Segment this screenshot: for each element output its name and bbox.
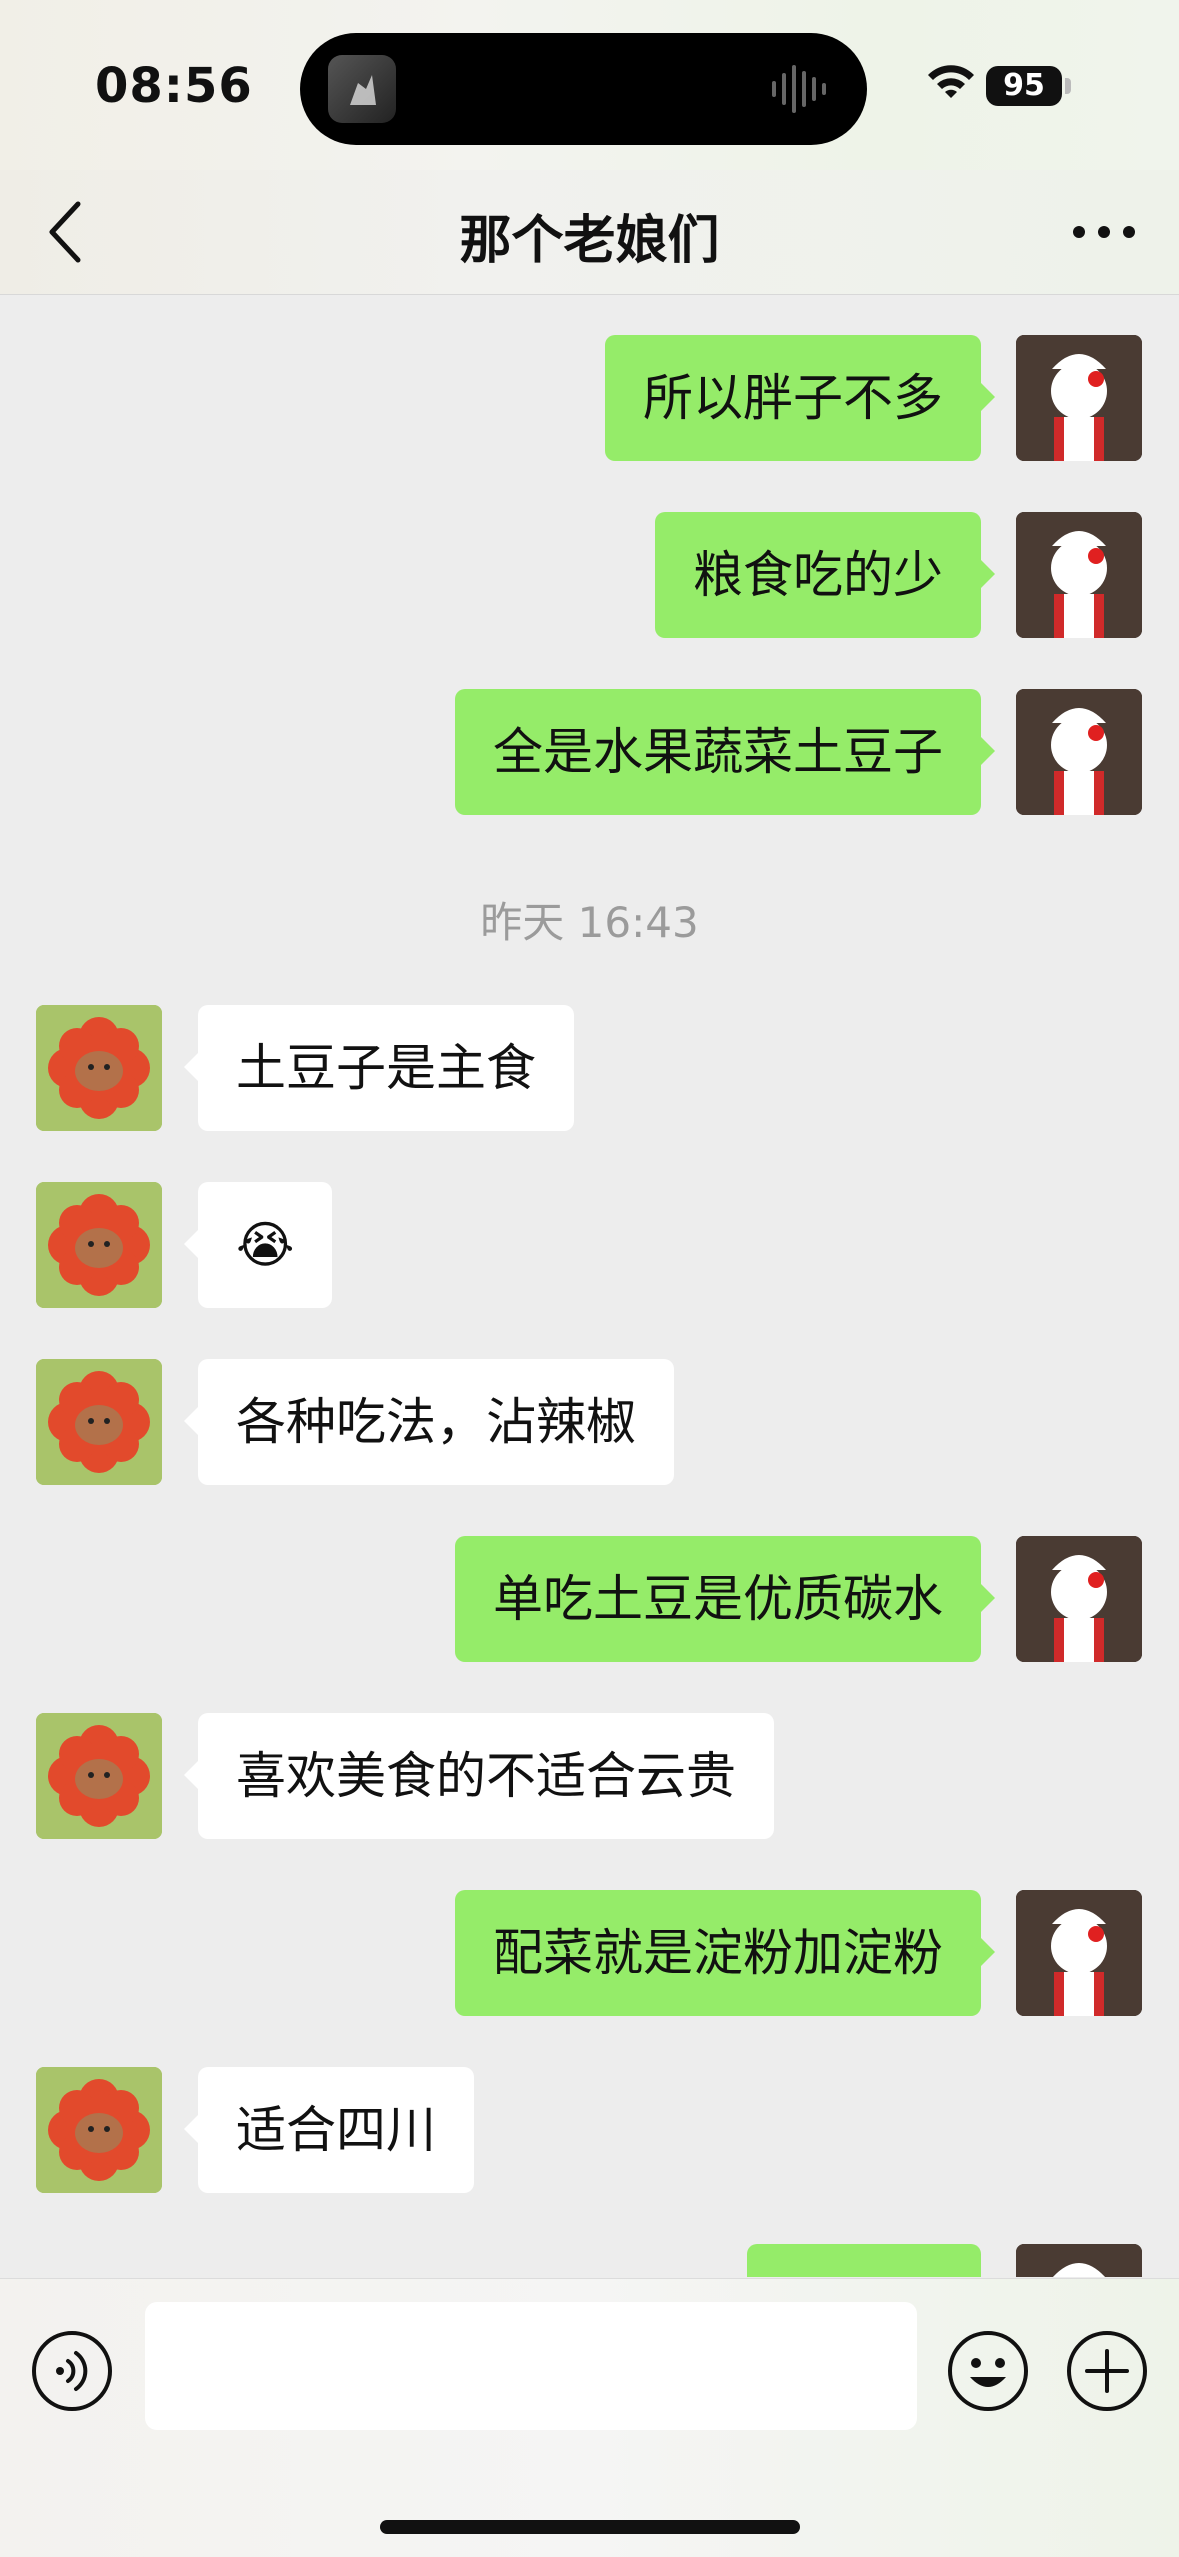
- message-bubble[interactable]: 配菜就是淀粉加淀粉: [455, 1890, 995, 2016]
- status-time: 08:56: [95, 58, 253, 114]
- my-avatar[interactable]: [1016, 689, 1142, 815]
- emoji-icon[interactable]: [946, 2329, 1030, 2413]
- emoji-message-bubble[interactable]: 😭: [183, 1182, 333, 1308]
- message-list[interactable]: 所以胖子不多 粮食吃的少 全是水果蔬菜土豆子 昨天 16:43 土豆子是主食 😭: [0, 295, 1179, 2277]
- message-row-incoming: 喜欢美食的不适合云贵: [0, 1713, 1179, 1839]
- message-row-incoming: 土豆子是主食: [0, 1005, 1179, 1131]
- message-row-outgoing: [0, 2244, 1179, 2277]
- voice-icon[interactable]: [30, 2329, 114, 2413]
- message-bubble[interactable]: 全是水果蔬菜土豆子: [455, 689, 995, 815]
- timestamp: 昨天 16:43: [480, 898, 699, 947]
- chat-title: 那个老娘们: [459, 211, 720, 271]
- contact-avatar[interactable]: [36, 1713, 162, 1839]
- message-bubble[interactable]: 土豆子是主食: [184, 1005, 574, 1131]
- message-bubble[interactable]: [747, 2244, 981, 2277]
- plus-icon[interactable]: [1065, 2329, 1149, 2413]
- my-avatar[interactable]: [1016, 1536, 1142, 1662]
- battery-icon: 95: [986, 66, 1062, 106]
- audio-wave-icon: [772, 65, 826, 113]
- more-icon[interactable]: [1069, 202, 1139, 262]
- message-bubble[interactable]: 适合四川: [184, 2067, 474, 2193]
- message-bubble[interactable]: 喜欢美食的不适合云贵: [184, 1713, 774, 1839]
- contact-avatar[interactable]: [36, 1005, 162, 1131]
- contact-avatar[interactable]: [36, 1359, 162, 1485]
- message-row-outgoing: 粮食吃的少: [0, 512, 1179, 638]
- message-row-outgoing: 全是水果蔬菜土豆子: [0, 689, 1179, 815]
- my-avatar[interactable]: [1016, 1890, 1142, 2016]
- message-bubble[interactable]: 粮食吃的少: [655, 512, 995, 638]
- wifi-icon: [928, 65, 974, 98]
- message-row-outgoing: 所以胖子不多: [0, 335, 1179, 461]
- my-avatar[interactable]: [1016, 512, 1142, 638]
- now-playing-thumbnail: [328, 55, 396, 123]
- message-row-incoming: 😭: [0, 1182, 1179, 1308]
- message-row-outgoing: 配菜就是淀粉加淀粉: [0, 1890, 1179, 2016]
- contact-avatar[interactable]: [36, 2067, 162, 2193]
- home-indicator[interactable]: [380, 2520, 800, 2534]
- message-input[interactable]: [145, 2302, 917, 2430]
- my-avatar[interactable]: [1016, 2244, 1142, 2277]
- contact-avatar[interactable]: [36, 1182, 162, 1308]
- message-row-outgoing: 单吃土豆是优质碳水: [0, 1536, 1179, 1662]
- status-bar: 08:56 95: [0, 0, 1179, 170]
- message-bubble[interactable]: 单吃土豆是优质碳水: [455, 1536, 995, 1662]
- dynamic-island[interactable]: [300, 33, 867, 145]
- chat-header: 那个老娘们: [0, 170, 1179, 295]
- message-bubble[interactable]: 各种吃法，沾辣椒: [184, 1359, 674, 1485]
- message-row-incoming: 适合四川: [0, 2067, 1179, 2193]
- my-avatar[interactable]: [1016, 335, 1142, 461]
- message-row-incoming: 各种吃法，沾辣椒: [0, 1359, 1179, 1485]
- message-bubble[interactable]: 所以胖子不多: [605, 335, 995, 461]
- battery-tip: [1065, 78, 1071, 94]
- input-bar: [0, 2278, 1179, 2557]
